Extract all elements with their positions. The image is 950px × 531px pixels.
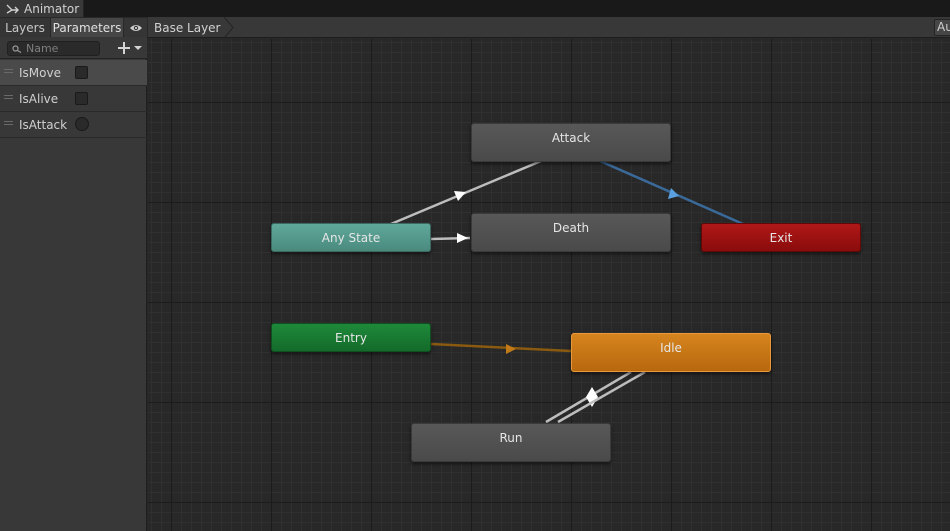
state-label: Death [552, 221, 590, 235]
state-label: Attack [551, 131, 591, 145]
animator-icon [6, 4, 19, 14]
search-field[interactable] [7, 41, 100, 56]
state-node-idle-default[interactable]: Idle [571, 333, 771, 372]
breadcrumb: Base Layer Au [148, 17, 950, 38]
search-input[interactable] [26, 42, 96, 55]
parameters-toolbar [0, 37, 147, 59]
search-icon [12, 44, 22, 53]
state-label: Exit [769, 231, 793, 245]
animator-window-tab[interactable]: Animator [0, 0, 84, 17]
state-node-exit[interactable]: Exit [701, 223, 861, 252]
state-node-run[interactable]: Run [411, 423, 611, 462]
bool-checkbox[interactable] [75, 92, 88, 105]
parameter-row-isalive[interactable]: IsAlive [0, 86, 147, 112]
transition-run-to-idle[interactable] [557, 370, 646, 424]
add-parameter-button[interactable] [117, 40, 145, 56]
window-title: Animator [24, 1, 80, 16]
state-label: Run [499, 431, 523, 445]
tab-parameters[interactable]: Parameters [51, 18, 123, 37]
parameter-name: IsAttack [19, 117, 68, 132]
drag-handle-icon[interactable] [4, 95, 13, 99]
toggle-visibility-button[interactable] [124, 18, 147, 37]
state-machine-graph[interactable]: Attack Death Any State Exit Entry Idle R… [148, 39, 950, 531]
state-label: Entry [335, 331, 367, 345]
parameter-name: IsMove [19, 65, 61, 80]
window-titlebar: Animator [0, 0, 950, 17]
breadcrumb-separator-icon [224, 17, 234, 38]
parameter-row-ismove[interactable]: IsMove [0, 60, 147, 86]
trigger-radio[interactable] [75, 117, 89, 131]
state-label: Any State [321, 231, 381, 245]
state-node-death[interactable]: Death [471, 213, 671, 252]
plus-icon [118, 42, 130, 54]
drag-handle-icon[interactable] [4, 69, 13, 73]
state-node-entry[interactable]: Entry [271, 323, 431, 352]
bool-checkbox[interactable] [75, 66, 88, 79]
breadcrumb-base-layer[interactable]: Base Layer [148, 17, 231, 38]
tab-layers[interactable]: Layers [0, 18, 50, 37]
state-label: Idle [660, 341, 682, 355]
parameter-row-isattack[interactable]: IsAttack [0, 112, 147, 138]
chevron-down-icon [134, 46, 142, 50]
state-node-any-state[interactable]: Any State [271, 223, 431, 252]
panel-tabs: Layers Parameters [0, 17, 147, 37]
transition-entry-to-idle[interactable] [430, 342, 572, 354]
parameters-panel: Layers Parameters Name IsMove IsAlive Is… [0, 17, 147, 531]
drag-handle-icon[interactable] [4, 121, 13, 125]
state-node-attack[interactable]: Attack [471, 123, 671, 162]
transition-anystate-to-death[interactable] [430, 233, 471, 243]
auto-live-link-button[interactable]: Au [934, 19, 950, 36]
parameter-name: IsAlive [19, 91, 59, 106]
eye-icon [129, 24, 142, 31]
